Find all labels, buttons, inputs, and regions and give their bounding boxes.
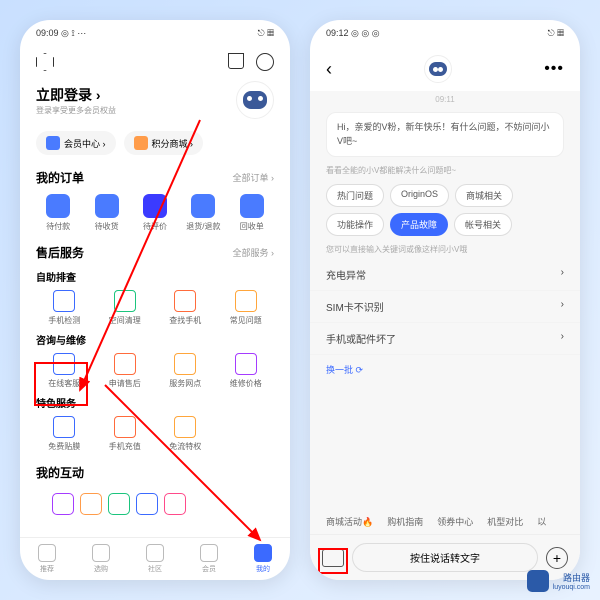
tab-3[interactable]: 会员 — [182, 544, 236, 574]
header — [20, 47, 290, 77]
category-chips: 热门问题 OriginOS 商城相关功能操作产品故障帐号相关 — [310, 180, 580, 240]
service-item[interactable]: 免费贴膜 — [36, 416, 93, 452]
chat-header: ‹ ••• — [310, 47, 580, 91]
timestamp: 09:11 — [310, 91, 580, 108]
orders-section: 我的订单全部订单 › 待付款待收货待评价退货/退款回收单 — [20, 163, 290, 238]
tab-2[interactable]: 社区 — [128, 544, 182, 574]
service-item[interactable]: 服务网点 — [157, 353, 214, 389]
greeting-bubble: Hi，亲爱的V粉，新年快乐！有什么问题，不妨问问小V吧~ — [326, 112, 564, 157]
voice-input-button[interactable]: 按住说话转文字 — [352, 543, 538, 572]
tab-0[interactable]: 推荐 — [20, 544, 74, 574]
login-title[interactable]: 立即登录 › — [36, 85, 116, 105]
hint-text: 您可以直接输入关键词或像这样问小V哦 — [310, 240, 580, 259]
interact-item[interactable] — [164, 493, 186, 515]
question-row[interactable]: 手机或配件坏了› — [310, 323, 580, 355]
interact-section: 我的互动 — [20, 458, 290, 525]
refresh-link[interactable]: 换一批 ⟳ — [310, 355, 580, 384]
service-item[interactable]: 在线客服 — [36, 353, 93, 389]
order-item[interactable]: 回收单 — [230, 194, 274, 232]
category-chip[interactable]: OriginOS — [390, 184, 449, 207]
category-chip[interactable]: 功能操作 — [326, 213, 384, 236]
order-item[interactable]: 待评价 — [133, 194, 177, 232]
interact-item[interactable] — [136, 493, 158, 515]
category-chip[interactable]: 热门问题 — [326, 184, 384, 207]
order-item[interactable]: 待付款 — [36, 194, 80, 232]
suggestion-item[interactable]: 商城活动🔥 — [326, 515, 373, 528]
category-chip[interactable]: 商城相关 — [455, 184, 513, 207]
points-mall-pill[interactable]: 积分商城 › — [124, 131, 204, 155]
category-chip[interactable]: 帐号相关 — [454, 213, 512, 236]
plus-button[interactable]: + — [546, 547, 568, 569]
interact-item[interactable] — [108, 493, 130, 515]
interact-item[interactable] — [52, 493, 74, 515]
interact-item[interactable] — [80, 493, 102, 515]
avatar[interactable] — [236, 81, 274, 119]
status-bar: 09:12 ◎ ◎ ◎ ⎋ ▦ — [310, 20, 580, 47]
phone-right: 09:12 ◎ ◎ ◎ ⎋ ▦ ‹ ••• 09:11 Hi，亲爱的V粉，新年快… — [310, 20, 580, 580]
tab-4[interactable]: 我的 — [236, 544, 290, 574]
all-services-link[interactable]: 全部服务 › — [233, 246, 275, 259]
hint-text: 看看全能的小V都能解决什么问题吧~ — [310, 161, 580, 180]
login-row[interactable]: 立即登录 › 登录享受更多会员权益 — [20, 77, 290, 123]
category-chip[interactable]: 产品故障 — [390, 213, 448, 236]
service-item[interactable]: 维修价格 — [218, 353, 275, 389]
bot-avatar — [424, 55, 452, 83]
question-row[interactable]: SIM卡不识别› — [310, 291, 580, 323]
all-orders-link[interactable]: 全部订单 › — [233, 171, 275, 184]
service-item[interactable]: 查找手机 — [157, 290, 214, 326]
tab-1[interactable]: 选购 — [74, 544, 128, 574]
more-button[interactable]: ••• — [544, 60, 564, 78]
login-subtitle: 登录享受更多会员权益 — [36, 105, 116, 116]
status-bar: 09:09 ◎ ⟟ ⋯ ⎋ ▦ — [20, 20, 290, 47]
aftersale-section: 售后服务全部服务 › 自助排查 手机检测空间清理查找手机常见问题 咨询与维修 在… — [20, 238, 290, 458]
watermark: 路由器luyouqi.com — [527, 570, 590, 592]
service-item[interactable]: 申请售后 — [97, 353, 154, 389]
phone-left: 09:09 ◎ ⟟ ⋯ ⎋ ▦ 立即登录 › 登录享受更多会员权益 会员中心 ›… — [20, 20, 290, 580]
suggestion-item[interactable]: 购机指南 — [387, 515, 423, 528]
quick-pills: 会员中心 › 积分商城 › — [20, 123, 290, 163]
service-item[interactable]: 空间清理 — [97, 290, 154, 326]
order-item[interactable]: 待收货 — [84, 194, 128, 232]
question-row[interactable]: 充电异常› — [310, 259, 580, 291]
service-item[interactable]: 手机检测 — [36, 290, 93, 326]
settings-icon[interactable] — [36, 53, 54, 71]
back-button[interactable]: ‹ — [326, 59, 332, 80]
keyboard-icon[interactable] — [322, 549, 344, 567]
suggestion-row[interactable]: 商城活动🔥 购机指南 领券中心 机型对比 以 — [310, 509, 580, 534]
tabbar: 推荐选购社区会员我的 — [20, 537, 290, 580]
service-item[interactable]: 常见问题 — [218, 290, 275, 326]
service-icon[interactable] — [256, 53, 274, 71]
cart-icon[interactable] — [228, 53, 244, 69]
suggestion-item[interactable]: 机型对比 — [487, 515, 523, 528]
service-item[interactable]: 手机充值 — [97, 416, 154, 452]
suggestion-item[interactable]: 领券中心 — [437, 515, 473, 528]
suggestion-item[interactable]: 以 — [537, 515, 546, 528]
member-center-pill[interactable]: 会员中心 › — [36, 131, 116, 155]
service-item[interactable]: 免流特权 — [157, 416, 214, 452]
order-item[interactable]: 退货/退款 — [181, 194, 225, 232]
